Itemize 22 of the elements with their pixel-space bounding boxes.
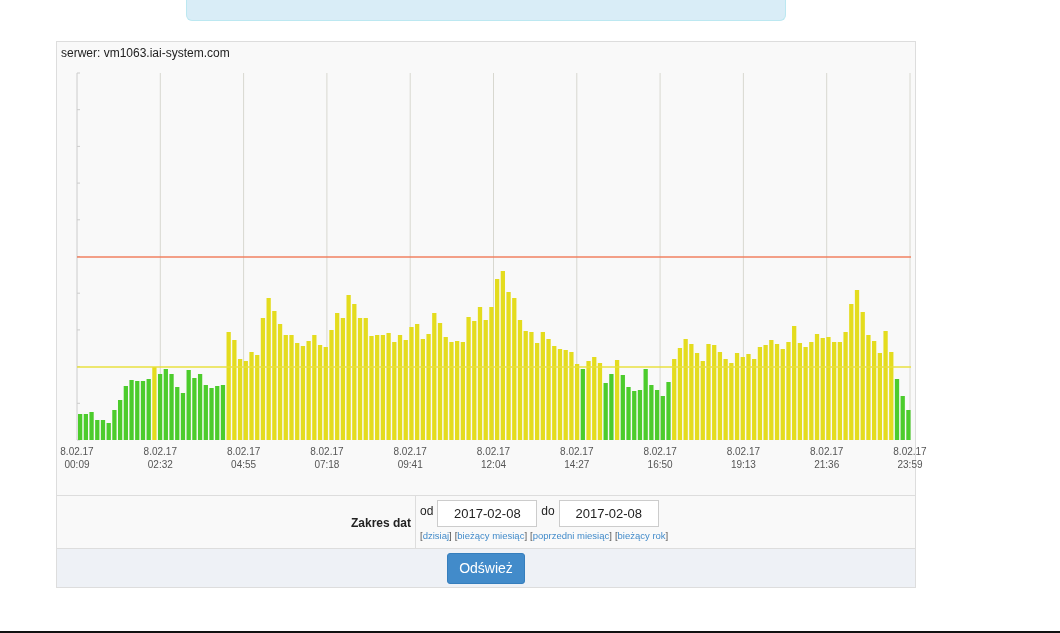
time-axis-label: 8.02.17 16:50 [643, 446, 677, 470]
time-axis-label: 8.02.17 23:59 [893, 446, 927, 470]
date-range-link[interactable]: [bieżący rok] [614, 530, 669, 541]
date-range-label: Zakres dat [350, 515, 411, 530]
time-axis-label: 8.02.17 12:04 [476, 446, 511, 470]
server-label: serwer: vm1063.iai-system.com [60, 45, 231, 61]
time-axis-label: 8.02.17 07:18 [310, 446, 344, 470]
refresh-button[interactable]: Odśwież [447, 552, 525, 584]
to-date-field[interactable]: 2017-02-08 [558, 500, 659, 527]
time-axis-label: 8.02.17 19:13 [726, 446, 761, 470]
date-range-link[interactable]: [poprzedni miesiąc] [530, 530, 612, 541]
time-axis-label: 8.02.17 21:36 [810, 446, 844, 470]
date-range-link[interactable]: [dzisiaj] [420, 530, 452, 541]
time-axis-label: 8.02.17 04:55 [226, 446, 261, 470]
from-label: od [420, 503, 434, 518]
time-axis-label: 8.02.17 14:27 [560, 446, 594, 470]
from-date-field[interactable]: 2017-02-08 [437, 500, 538, 527]
time-axis-label: 8.02.17 02:32 [143, 446, 177, 470]
date-range-link[interactable]: [bieżący miesiąc] [454, 530, 528, 541]
to-label: do [541, 503, 555, 518]
time-axis-label: 8.02.17 00:09 [60, 446, 94, 470]
time-axis-label: 8.02.17 09:41 [393, 446, 427, 470]
